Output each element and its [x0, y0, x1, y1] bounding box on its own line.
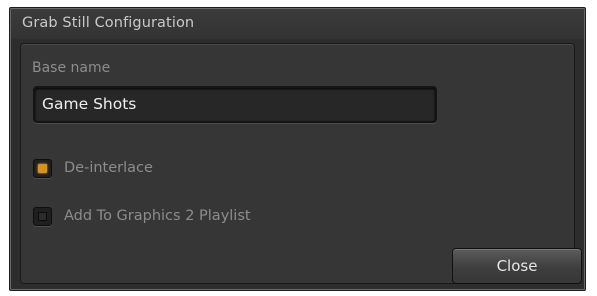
grab-still-config-dialog: Grab Still Configuration Base name Game …: [9, 7, 586, 291]
checkbox-checked-mark: [38, 163, 47, 173]
close-button[interactable]: Close: [452, 248, 582, 284]
base-name-label: Base name: [32, 60, 111, 76]
dialog-titlebar[interactable]: Grab Still Configuration: [11, 9, 584, 39]
deinterlace-option[interactable]: De-interlace: [33, 156, 153, 180]
deinterlace-checkbox[interactable]: [33, 158, 52, 178]
base-name-input[interactable]: Game Shots: [33, 86, 437, 123]
dialog-title: Grab Still Configuration: [22, 15, 195, 31]
add-to-graphics-playlist-label: Add To Graphics 2 Playlist: [64, 208, 251, 224]
add-to-graphics-playlist-option[interactable]: Add To Graphics 2 Playlist: [33, 204, 251, 228]
add-to-graphics-playlist-checkbox[interactable]: [33, 206, 52, 226]
settings-panel: Base name Game Shots De-interlace Add To…: [20, 43, 582, 284]
deinterlace-label: De-interlace: [64, 160, 153, 176]
checkbox-unchecked-mark: [38, 211, 47, 221]
